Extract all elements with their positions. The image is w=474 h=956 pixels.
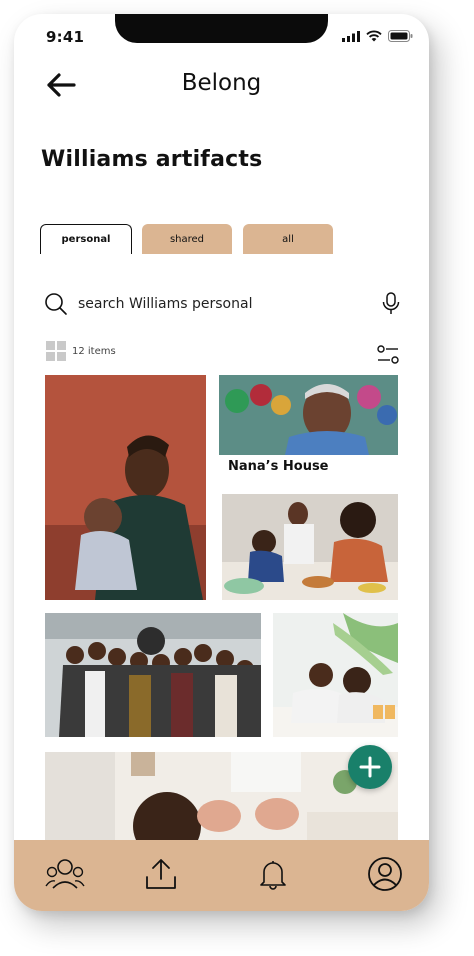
photo-image bbox=[45, 613, 261, 737]
collection-tabs: personal shared all bbox=[40, 224, 415, 254]
bell-icon bbox=[260, 861, 286, 890]
nav-upload[interactable] bbox=[141, 854, 181, 894]
nav-profile[interactable] bbox=[365, 854, 405, 894]
photo-image bbox=[45, 375, 206, 600]
tab-personal[interactable]: personal bbox=[40, 224, 132, 254]
page-title: Williams artifacts bbox=[41, 147, 263, 172]
app-title: Belong bbox=[181, 70, 262, 96]
nav-community[interactable] bbox=[45, 854, 85, 894]
profile-icon bbox=[368, 857, 402, 891]
father-and-son-photo[interactable] bbox=[273, 613, 398, 737]
tab-shared[interactable]: shared bbox=[142, 224, 232, 254]
upload-icon bbox=[146, 859, 176, 889]
photo-image bbox=[219, 375, 398, 455]
plus-icon bbox=[359, 756, 381, 778]
microphone-icon[interactable] bbox=[382, 292, 400, 316]
grandmother-photo[interactable] bbox=[219, 375, 398, 455]
wifi-icon bbox=[366, 30, 382, 42]
status-time: 9:41 bbox=[46, 28, 85, 46]
nav-notifications[interactable] bbox=[253, 854, 293, 894]
grid-view-icon[interactable] bbox=[46, 341, 66, 361]
collection-meta: 12 items bbox=[46, 341, 116, 361]
phone-frame: 9:41 Belong Williams artifacts personal … bbox=[14, 14, 429, 911]
notch bbox=[115, 14, 328, 43]
tab-all[interactable]: all bbox=[243, 224, 333, 254]
photo-caption: Nana’s House bbox=[228, 459, 329, 474]
community-icon bbox=[45, 859, 85, 889]
search-icon bbox=[45, 293, 67, 315]
signal-icon bbox=[342, 30, 360, 42]
filter-icon[interactable] bbox=[377, 344, 399, 366]
battery-icon bbox=[388, 30, 413, 42]
photo-image bbox=[222, 494, 398, 600]
bottom-nav bbox=[14, 840, 429, 911]
family-cooking-photo[interactable] bbox=[222, 494, 398, 600]
photo-image bbox=[273, 613, 398, 737]
add-button[interactable] bbox=[348, 745, 392, 789]
status-icons bbox=[342, 30, 413, 42]
item-count: 12 items bbox=[72, 345, 116, 357]
living-room-photo[interactable] bbox=[45, 752, 398, 840]
search-input[interactable]: search Williams personal bbox=[78, 296, 252, 312]
father-and-baby-photo[interactable] bbox=[45, 375, 206, 600]
family-group-photo[interactable] bbox=[45, 613, 261, 737]
photo-image bbox=[45, 752, 398, 840]
search-bar[interactable]: search Williams personal bbox=[44, 290, 400, 320]
